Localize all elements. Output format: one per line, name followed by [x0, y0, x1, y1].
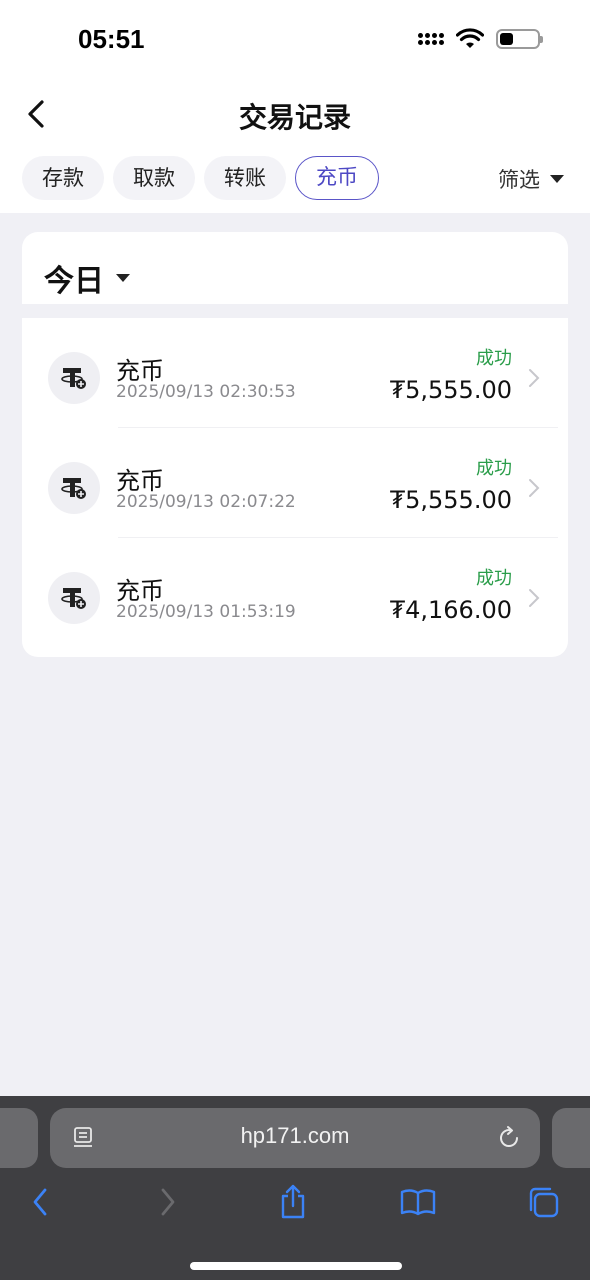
book-icon — [400, 1189, 436, 1216]
transaction-type: 充币 — [116, 577, 164, 605]
chevron-right-icon — [529, 369, 540, 387]
transaction-row[interactable]: 充币 2025/09/13 01:53:19 成功 ₮4,166.00 — [22, 538, 568, 648]
browser-bar: hp171.com — [0, 1096, 590, 1280]
transaction-status: 成功 — [476, 568, 512, 589]
previous-tab-preview[interactable] — [0, 1108, 38, 1168]
browser-back-button[interactable] — [15, 1180, 65, 1224]
filter-button[interactable]: 筛选 — [498, 164, 564, 194]
chevron-right-icon — [529, 589, 540, 607]
status-bar: 05:51 — [0, 0, 590, 80]
status-time: 05:51 — [78, 24, 145, 54]
tabs-icon — [529, 1187, 559, 1218]
status-icons — [418, 28, 543, 50]
reload-icon[interactable] — [496, 1125, 522, 1151]
battery-level — [500, 33, 513, 45]
date-dropdown[interactable]: 今日 — [44, 256, 130, 300]
tab-crypto-deposit[interactable]: 充币 — [295, 156, 379, 200]
transaction-amount: ₮4,166.00 — [389, 596, 512, 624]
share-icon — [281, 1184, 305, 1219]
browser-forward-button[interactable] — [143, 1180, 193, 1224]
transaction-amount: ₮5,555.00 — [389, 376, 512, 404]
tether-icon — [48, 462, 100, 514]
transaction-status: 成功 — [476, 458, 512, 479]
chevron-right-icon — [161, 1188, 175, 1216]
address-bar[interactable]: hp171.com — [50, 1108, 540, 1168]
transaction-time: 2025/09/13 02:30:53 — [116, 382, 296, 402]
url-text: hp171.com — [240, 1123, 350, 1148]
browser-toolbar — [0, 1180, 590, 1240]
tabs-button[interactable] — [518, 1180, 568, 1224]
transaction-amount: ₮5,555.00 — [389, 486, 512, 514]
page-title: 交易记录 — [238, 101, 351, 134]
transaction-type: 充币 — [116, 357, 164, 385]
nav-header: 交易记录 — [0, 80, 590, 150]
date-label: 今日 — [44, 264, 104, 299]
bookmarks-button[interactable] — [393, 1180, 443, 1224]
filter-label: 筛选 — [498, 168, 540, 192]
next-tab-preview[interactable] — [552, 1108, 590, 1168]
tab-withdraw[interactable]: 取款 — [113, 156, 195, 200]
transaction-time: 2025/09/13 01:53:19 — [116, 602, 296, 622]
tab-transfer[interactable]: 转账 — [204, 156, 286, 200]
caret-down-icon — [550, 175, 564, 183]
chevron-left-icon — [33, 1188, 47, 1216]
home-indicator — [190, 1262, 402, 1270]
transaction-time: 2025/09/13 02:07:22 — [116, 492, 296, 512]
caret-down-icon — [116, 274, 130, 282]
chevron-right-icon — [529, 479, 540, 497]
cellular-signal-icon — [418, 33, 444, 45]
transaction-type: 充币 — [116, 467, 164, 495]
date-group-header: 今日 — [22, 232, 568, 304]
wifi-icon — [456, 28, 484, 48]
transaction-row[interactable]: 充币 2025/09/13 02:07:22 成功 ₮5,555.00 — [22, 428, 568, 538]
tab-bar: 存款 取款 转账 充币 筛选 — [0, 150, 590, 213]
battery-icon — [496, 29, 543, 49]
tether-icon — [48, 572, 100, 624]
transaction-list: 充币 2025/09/13 02:30:53 成功 ₮5,555.00 充币 2… — [22, 318, 568, 657]
transaction-row[interactable]: 充币 2025/09/13 02:30:53 成功 ₮5,555.00 — [22, 318, 568, 428]
tab-deposit[interactable]: 存款 — [22, 156, 104, 200]
share-button[interactable] — [268, 1180, 318, 1224]
tether-icon — [48, 352, 100, 404]
transaction-status: 成功 — [476, 348, 512, 369]
